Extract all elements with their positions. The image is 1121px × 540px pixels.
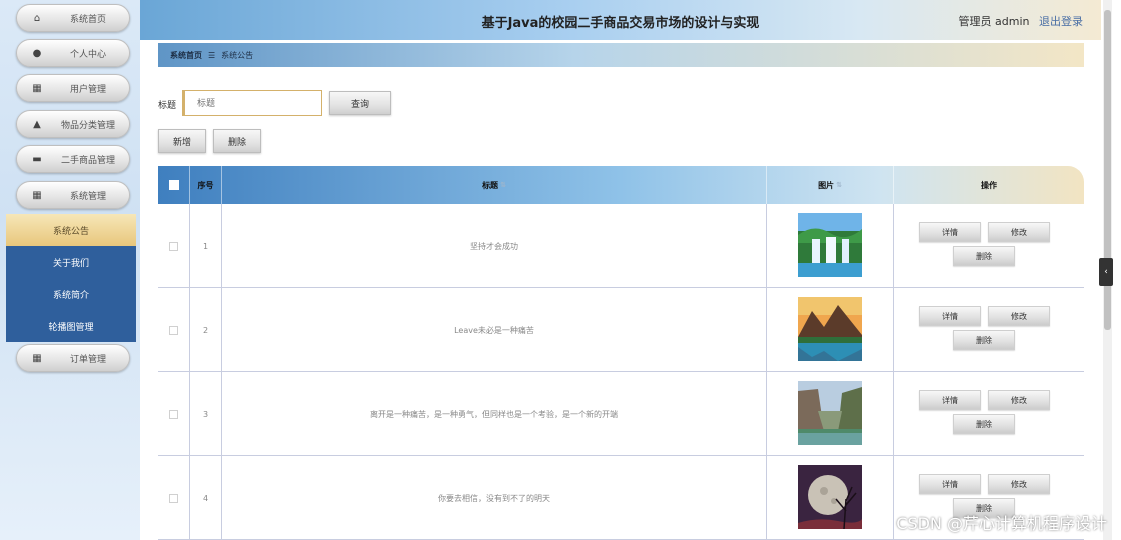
- column-header-actions: 操作: [894, 166, 1084, 204]
- table-row: 3 离开是一种痛苦，是一种勇气，但同样也是一个考验，是一个新的开端 详情 修改删除: [158, 372, 1084, 456]
- row-title: 坚持才会成功: [222, 204, 767, 288]
- sort-icon: ⇅: [500, 181, 506, 189]
- user-label: 管理员 admin: [958, 15, 1030, 28]
- apps-icon: ▦: [32, 189, 42, 201]
- row-index: 1: [190, 204, 222, 288]
- column-header-label: 图片: [818, 180, 835, 190]
- column-header-label: 序号: [197, 180, 214, 190]
- person-icon: ▲: [33, 118, 41, 130]
- row-index: 2: [190, 288, 222, 372]
- sidebar-item-5[interactable]: ▦ 系统管理: [16, 181, 130, 209]
- row-actions: 详情 修改删除: [894, 204, 1084, 288]
- row-select-cell: [158, 204, 190, 288]
- query-button[interactable]: 查询: [329, 91, 391, 115]
- breadcrumb-home[interactable]: 系统首页: [170, 50, 202, 61]
- column-header-label: 操作: [981, 180, 997, 190]
- sidebar-item-1[interactable]: ● 个人中心: [16, 39, 130, 67]
- sidebar-item-label: 二手商品管理: [60, 155, 115, 166]
- add-button[interactable]: 新增: [158, 129, 206, 153]
- column-header-index: 序号: [190, 166, 222, 204]
- edit-button[interactable]: 修改: [988, 474, 1050, 494]
- row-image-cell: [767, 372, 894, 456]
- edit-button[interactable]: 修改: [988, 390, 1050, 410]
- table-header: 序号 标题 ⇅ 图片 ⇅ 操作: [158, 166, 1084, 204]
- row-select-cell: [158, 372, 190, 456]
- row-thumbnail-image: [798, 381, 862, 447]
- top-bar: 基于Java的校园二手商品交易市场的设计与实现 管理员 admin 退出登录: [140, 0, 1101, 40]
- bag-icon: ▬: [32, 153, 42, 165]
- breadcrumb-current: 系统公告: [221, 50, 254, 60]
- edit-button[interactable]: 修改: [988, 306, 1050, 326]
- breadcrumb: 系统首页 ☰ 系统公告: [158, 43, 1084, 67]
- detail-button[interactable]: 详情: [919, 390, 981, 410]
- table-row: 2 Leave未必是一种痛苦 详情 修改删除: [158, 288, 1084, 372]
- row-delete-button[interactable]: 删除: [953, 330, 1015, 350]
- collapse-panel-toggle[interactable]: ‹: [1099, 258, 1113, 286]
- row-title: 你要去相信，没有到不了的明天: [222, 456, 767, 540]
- row-checkbox[interactable]: [169, 409, 178, 419]
- logout-link[interactable]: 退出登录: [1039, 15, 1083, 28]
- column-header-label: 标题: [482, 180, 499, 190]
- sidebar-item-label: 用户管理: [69, 84, 106, 95]
- column-header-title[interactable]: 标题 ⇅: [222, 166, 767, 204]
- detail-button[interactable]: 详情: [919, 474, 981, 494]
- sidebar-item-3[interactable]: ▲ 物品分类管理: [16, 110, 130, 138]
- sidebar-item-label: 系统首页: [69, 14, 106, 25]
- app-title: 基于Java的校园二手商品交易市场的设计与实现: [481, 16, 760, 31]
- column-header-image[interactable]: 图片 ⇅: [767, 166, 894, 204]
- sidebar-item-2[interactable]: ▦ 用户管理: [16, 74, 130, 102]
- row-select-cell: [158, 456, 190, 540]
- row-checkbox[interactable]: [169, 325, 178, 335]
- row-title: Leave未必是一种痛苦: [222, 288, 767, 372]
- user-icon: ●: [32, 47, 42, 59]
- sidebar-item-label: 系统管理: [69, 191, 106, 202]
- delete-button[interactable]: 删除: [213, 129, 261, 153]
- row-image-cell: [767, 456, 894, 540]
- sidebar-item-label: 物品分类管理: [60, 120, 115, 131]
- row-checkbox[interactable]: [169, 493, 178, 503]
- detail-button[interactable]: 详情: [919, 306, 981, 326]
- select-all-checkbox[interactable]: [168, 180, 179, 190]
- breadcrumb-separator-icon: ☰: [208, 50, 216, 60]
- sidebar-item-4[interactable]: ▬ 二手商品管理: [16, 145, 130, 173]
- row-delete-button[interactable]: 删除: [953, 414, 1015, 434]
- sidebar: ⌂ 系统首页 ● 个人中心 ▦ 用户管理 ▲ 物品分类管理 ▬ 二手商品管理 ▦ 系统管理系统公告 关于…: [0, 0, 140, 540]
- row-image-cell: [767, 204, 894, 288]
- row-delete-button[interactable]: 删除: [953, 246, 1015, 266]
- sort-icon: ⇅: [836, 181, 842, 189]
- sidebar-item-orders[interactable]: ▦ 订单管理: [16, 344, 130, 372]
- sidebar-subitem-3[interactable]: 轮播图管理: [6, 310, 136, 342]
- edit-button[interactable]: 修改: [988, 222, 1050, 242]
- apps-icon: ▦: [32, 352, 42, 364]
- sidebar-subitem-1[interactable]: 关于我们: [6, 246, 136, 278]
- row-index: 3: [190, 372, 222, 456]
- sidebar-subitem-2[interactable]: 系统简介: [6, 278, 136, 310]
- sidebar-item-label: 个人中心: [69, 49, 106, 60]
- sidebar-item-0[interactable]: ⌂ 系统首页: [16, 4, 130, 32]
- select-all-cell: [158, 166, 190, 204]
- user-area: 管理员 admin 退出登录: [959, 13, 1083, 29]
- row-select-cell: [158, 288, 190, 372]
- row-image-cell: [767, 288, 894, 372]
- row-actions: 详情 修改删除: [894, 372, 1084, 456]
- row-thumbnail-image: [798, 465, 862, 531]
- search-input[interactable]: [182, 90, 322, 116]
- home-icon: ⌂: [33, 12, 41, 24]
- row-index: 4: [190, 456, 222, 540]
- row-title: 离开是一种痛苦，是一种勇气，但同样也是一个考验，是一个新的开端: [222, 372, 767, 456]
- row-thumbnail-image: [798, 297, 862, 363]
- data-table: 序号 标题 ⇅ 图片 ⇅ 操作 1 坚持才会成功 详情 修改 删除 2 Leave未必是一种痛苦…: [158, 166, 1084, 540]
- row-thumbnail-image: [798, 213, 862, 279]
- detail-button[interactable]: 详情: [919, 222, 981, 242]
- sidebar-subitem-0[interactable]: 系统公告: [6, 214, 136, 246]
- sidebar-item-label: 订单管理: [69, 354, 106, 365]
- watermark: CSDN @芹心计算机程序设计: [896, 514, 1107, 533]
- search-label: 标题: [158, 101, 177, 111]
- grid-icon: ▦: [32, 82, 42, 94]
- row-actions: 详情 修改删除: [894, 288, 1084, 372]
- row-checkbox[interactable]: [169, 241, 178, 251]
- table-row: 1 坚持才会成功 详情 修改删除: [158, 204, 1084, 288]
